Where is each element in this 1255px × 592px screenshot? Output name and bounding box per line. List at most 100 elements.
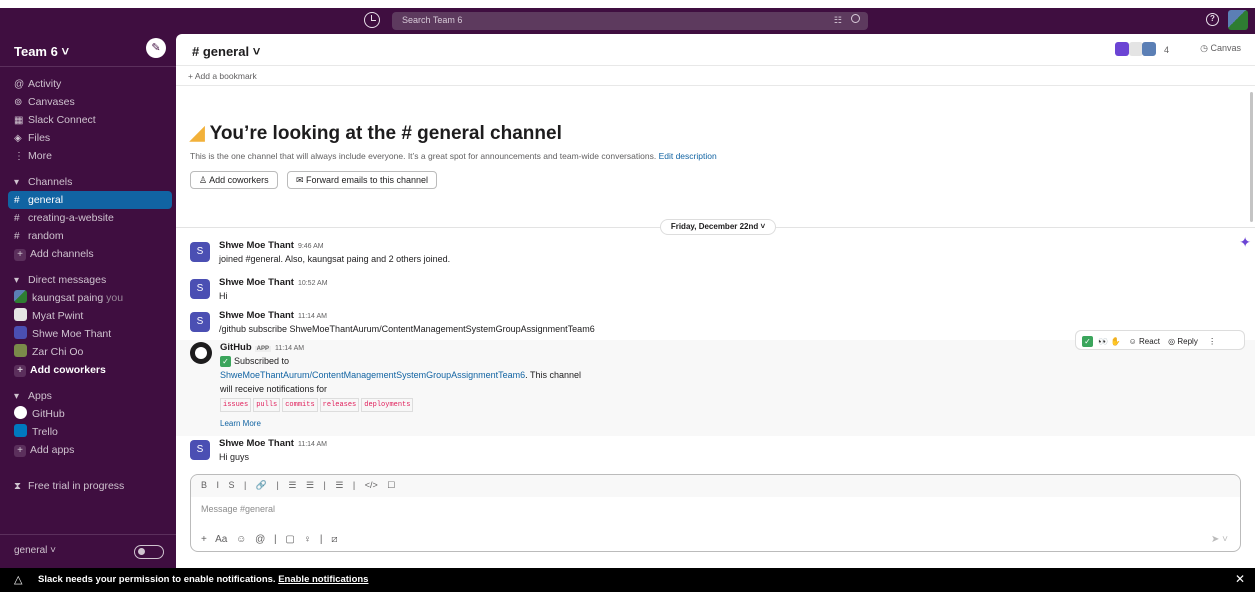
sidebar-item-canvases[interactable]: ⊚ Canvases bbox=[0, 93, 176, 111]
message-text: Hi bbox=[219, 291, 228, 301]
github-icon bbox=[14, 406, 27, 419]
format-toolbar[interactable]: B I S | 🔗 | ☰ ☰ | ☰ | </> ☐ bbox=[191, 475, 1240, 497]
message-author[interactable]: Shwe Moe Thant bbox=[219, 310, 294, 321]
check-reaction-icon[interactable]: ✓ bbox=[1082, 336, 1093, 347]
hourglass-icon: ⧗ bbox=[14, 481, 22, 492]
add-channels-button[interactable]: + Add channels bbox=[0, 245, 176, 263]
message-github[interactable]: GitHub APP 11:14 AM ✓ Subscribed to ShweMoe… bbox=[176, 340, 1255, 436]
reply-button[interactable]: ◎ Reply bbox=[1168, 337, 1198, 346]
sidebar-item-random[interactable]: # random bbox=[0, 227, 176, 245]
sidebar-item-activity[interactable]: @ Activity bbox=[0, 75, 176, 93]
caret-down-icon: ▾ bbox=[14, 391, 20, 402]
learn-more-link[interactable]: Learn More bbox=[220, 419, 261, 428]
huddle-toggle[interactable] bbox=[134, 545, 164, 559]
message-author[interactable]: Shwe Moe Thant bbox=[219, 277, 294, 288]
sidebar-item-slack-connect[interactable]: ▦ Slack Connect bbox=[0, 111, 176, 129]
more-actions-icon[interactable]: ⋮ bbox=[1208, 337, 1216, 346]
intro-description: This is the one channel that will always… bbox=[190, 151, 657, 161]
add-coworkers-intro-button[interactable]: ♙ Add coworkers bbox=[190, 171, 278, 189]
send-icon[interactable]: ➤ ˅ bbox=[1211, 534, 1228, 545]
plus-icon: + bbox=[14, 365, 26, 377]
add-channels-label: Add channels bbox=[30, 248, 94, 260]
person-icon: ♙ bbox=[199, 175, 210, 185]
sidebar-item-dm-zar[interactable]: Zar Chi Oo bbox=[0, 343, 176, 361]
message-author[interactable]: Shwe Moe Thant bbox=[219, 438, 294, 449]
channel-title[interactable]: # general ˅ bbox=[192, 44, 260, 59]
message-time[interactable]: 11:14 AM bbox=[275, 345, 304, 352]
eyes-reaction-icon[interactable]: 👀 bbox=[1098, 337, 1108, 346]
message-author[interactable]: Shwe Moe Thant bbox=[219, 240, 294, 251]
close-icon[interactable]: ✕ bbox=[1235, 572, 1245, 586]
message-composer[interactable]: B I S | 🔗 | ☰ ☰ | ☰ | </> ☐ Message #gen… bbox=[190, 474, 1241, 552]
message-time[interactable]: 11:14 AM bbox=[298, 441, 327, 448]
top-bar: Search Team 6 ☷ ? bbox=[0, 0, 1255, 34]
user-avatar[interactable] bbox=[1228, 10, 1248, 30]
sidebar-item-general[interactable]: # general bbox=[8, 191, 172, 209]
message-time[interactable]: 11:14 AM bbox=[298, 313, 327, 320]
section-label: Channels bbox=[28, 176, 73, 188]
free-trial-link[interactable]: ⧗ Free trial in progress bbox=[0, 477, 176, 495]
dm-label: Myat Pwint bbox=[32, 310, 84, 322]
avatar[interactable]: S bbox=[190, 312, 210, 332]
compose-icon[interactable]: ✎ bbox=[146, 38, 166, 58]
app-label: Trello bbox=[32, 426, 58, 438]
composer-tools[interactable]: + Aa ☺ @ | ▢ ♀ | ⧄ bbox=[201, 534, 338, 545]
search-input[interactable]: Search Team 6 ☷ bbox=[392, 12, 868, 30]
subscribed-text: Subscribed to bbox=[234, 356, 290, 366]
react-button[interactable]: ☺ React bbox=[1129, 337, 1160, 346]
sidebar-item-more[interactable]: ⋮ More bbox=[0, 147, 176, 165]
sidebar-item-dm-shwe[interactable]: Shwe Moe Thant bbox=[0, 325, 176, 343]
edit-description-link[interactable]: Edit description bbox=[659, 151, 717, 161]
message-text: Hi guys bbox=[219, 452, 250, 462]
sidebar-item-label: Canvases bbox=[28, 96, 75, 108]
caret-down-icon: ▾ bbox=[14, 275, 20, 286]
github-avatar[interactable] bbox=[190, 342, 212, 364]
channel-label: creating-a-website bbox=[28, 212, 114, 224]
message[interactable]: S Shwe Moe Thant 11:14 AM Hi guys bbox=[176, 438, 1255, 470]
add-bookmark-button[interactable]: + Add a bookmark bbox=[176, 66, 1255, 86]
add-apps-button[interactable]: + Add apps bbox=[0, 441, 176, 459]
section-label: Apps bbox=[28, 390, 52, 402]
avatar bbox=[14, 308, 27, 321]
clap-reaction-icon[interactable]: ✋ bbox=[1110, 337, 1120, 346]
channels-header[interactable]: ▾ Channels bbox=[0, 173, 176, 191]
app-label: GitHub bbox=[32, 408, 65, 420]
react-label: React bbox=[1139, 337, 1160, 346]
history-icon[interactable] bbox=[364, 12, 380, 28]
sidebar-item-dm-kaungsat[interactable]: kaungsat paing you bbox=[0, 289, 176, 307]
canvas-button[interactable]: ◷ Canvas bbox=[1200, 43, 1241, 54]
forward-emails-button[interactable]: ✉ Forward emails to this channel bbox=[286, 171, 438, 189]
sidebar-item-creating-a-website[interactable]: # creating-a-website bbox=[0, 209, 176, 227]
avatar bbox=[14, 326, 27, 339]
message-input[interactable]: Message #general bbox=[191, 497, 1240, 521]
repo-link[interactable]: ShweMoeThantAurum/ContentManagementSyste… bbox=[220, 370, 525, 380]
avatar[interactable]: S bbox=[190, 279, 210, 299]
date-pill[interactable]: Friday, December 22nd ˅ bbox=[660, 219, 776, 235]
help-icon[interactable]: ? bbox=[1206, 13, 1219, 26]
sidebar-item-trello[interactable]: Trello bbox=[0, 423, 176, 441]
ai-sparkle-icon[interactable]: ✦ bbox=[1239, 234, 1251, 251]
dm-header[interactable]: ▾ Direct messages bbox=[0, 271, 176, 289]
message-time[interactable]: 9:46 AM bbox=[298, 243, 324, 250]
sidebar-item-files[interactable]: ◈ Files bbox=[0, 129, 176, 147]
app-badge: APP bbox=[254, 346, 272, 352]
sidebar-item-github[interactable]: GitHub bbox=[0, 405, 176, 423]
message[interactable]: S Shwe Moe Thant 9:46 AM joined #general.… bbox=[176, 240, 1255, 272]
avatar[interactable]: S bbox=[190, 440, 210, 460]
add-coworkers-button[interactable]: + Add coworkers bbox=[0, 361, 176, 379]
enable-notifications-link[interactable]: Enable notifications bbox=[278, 574, 368, 585]
avatar[interactable]: S bbox=[190, 242, 210, 262]
at-icon: @ bbox=[14, 79, 25, 90]
filter-icon[interactable]: ☷ bbox=[834, 15, 842, 26]
scrollbar[interactable] bbox=[1250, 92, 1253, 222]
message[interactable]: S Shwe Moe Thant 10:52 AM Hi bbox=[176, 277, 1255, 307]
apps-header[interactable]: ▾ Apps bbox=[0, 387, 176, 405]
members-button[interactable]: 4 bbox=[1115, 42, 1169, 56]
sidebar-item-dm-myat[interactable]: Myat Pwint bbox=[0, 307, 176, 325]
sidebar-footer[interactable]: general ˅ bbox=[0, 534, 176, 568]
files-icon: ◈ bbox=[14, 133, 22, 144]
message-author[interactable]: GitHub bbox=[220, 342, 252, 353]
message-time[interactable]: 10:52 AM bbox=[298, 280, 328, 287]
section-label: Direct messages bbox=[28, 274, 107, 286]
search-placeholder: Search Team 6 bbox=[402, 15, 463, 25]
